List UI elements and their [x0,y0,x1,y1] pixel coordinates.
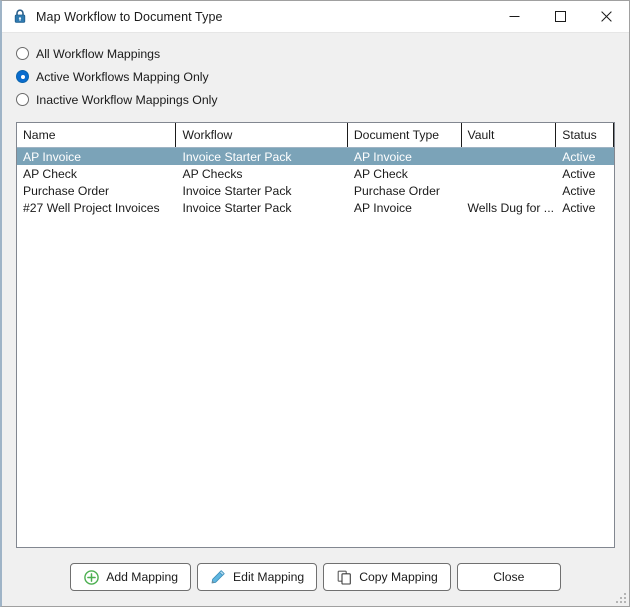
copy-mapping-label: Copy Mapping [359,570,438,584]
edit-mapping-button[interactable]: Edit Mapping [197,563,318,591]
cell-workflow: Invoice Starter Pack [182,183,292,198]
cell-document-type: Purchase Order [353,183,440,198]
pencil-icon [210,569,226,585]
cell-status: Active [562,200,596,215]
column-header-document-type[interactable]: Document Type [348,123,462,147]
copy-mapping-button[interactable]: Copy Mapping [323,563,451,591]
column-header-vault[interactable]: Vault [462,123,557,147]
radio-inactive-workflow-mappings-only[interactable]: Inactive Workflow Mappings Only [16,88,629,111]
resize-grip[interactable] [614,591,626,603]
dialog-footer: Add Mapping Edit Mapping Copy Mapping Cl… [2,548,629,606]
minimize-button[interactable] [491,1,537,32]
close-dialog-label: Close [493,570,525,584]
table-row[interactable]: AP Check AP Checks AP Check Active [17,165,614,182]
cell-name: Purchase Order [23,183,110,198]
radio-label: Active Workflows Mapping Only [36,69,209,84]
dialog-window: Map Workflow to Document Type All Workfl… [0,0,630,607]
radio-all-workflow-mappings[interactable]: All Workflow Mappings [16,42,629,65]
cell-name: AP Invoice [23,149,82,164]
cell-status: Active [562,149,596,164]
maximize-button[interactable] [537,1,583,32]
column-header-workflow[interactable]: Workflow [176,123,348,147]
filter-options: All Workflow Mappings Active Workflows M… [2,33,629,117]
grid-header-row: Name Workflow Document Type Vault Status [17,123,614,148]
cell-workflow: Invoice Starter Pack [182,149,292,164]
cell-workflow: AP Checks [182,166,243,181]
column-header-status[interactable]: Status [556,123,614,147]
cell-document-type: AP Invoice [353,149,412,164]
radio-indicator[interactable] [16,47,29,60]
cell-name: AP Check [23,166,77,181]
column-header-name[interactable]: Name [17,123,177,147]
window-title: Map Workflow to Document Type [36,9,223,24]
close-button[interactable] [583,1,629,32]
cell-status: Active [562,166,596,181]
plus-circle-icon [83,569,99,585]
add-mapping-label: Add Mapping [106,570,179,584]
radio-active-workflows-mapping-only[interactable]: Active Workflows Mapping Only [16,65,629,88]
radio-label: All Workflow Mappings [36,46,161,61]
table-row[interactable]: #27 Well Project Invoices Invoice Starte… [17,199,614,216]
table-row[interactable]: Purchase Order Invoice Starter Pack Purc… [17,182,614,199]
table-row[interactable]: AP Invoice Invoice Starter Pack AP Invoi… [17,148,614,165]
window-controls [491,1,629,32]
copy-icon [336,569,352,585]
title-bar: Map Workflow to Document Type [2,1,629,33]
radio-label: Inactive Workflow Mappings Only [36,92,218,107]
add-mapping-button[interactable]: Add Mapping [70,563,192,591]
close-dialog-button[interactable]: Close [456,563,561,591]
cell-document-type: AP Invoice [353,200,412,215]
cell-status: Active [562,183,596,198]
cell-document-type: AP Check [353,166,408,181]
cell-vault: Wells Dug for ... [467,200,554,215]
lock-icon [11,8,29,26]
radio-indicator[interactable] [16,70,29,83]
cell-workflow: Invoice Starter Pack [182,200,292,215]
cell-name: #27 Well Project Invoices [23,200,160,215]
radio-indicator[interactable] [16,93,29,106]
edit-mapping-label: Edit Mapping [233,570,305,584]
mappings-grid: Name Workflow Document Type Vault Status… [16,122,615,548]
grid-body: AP Invoice Invoice Starter Pack AP Invoi… [17,148,614,547]
